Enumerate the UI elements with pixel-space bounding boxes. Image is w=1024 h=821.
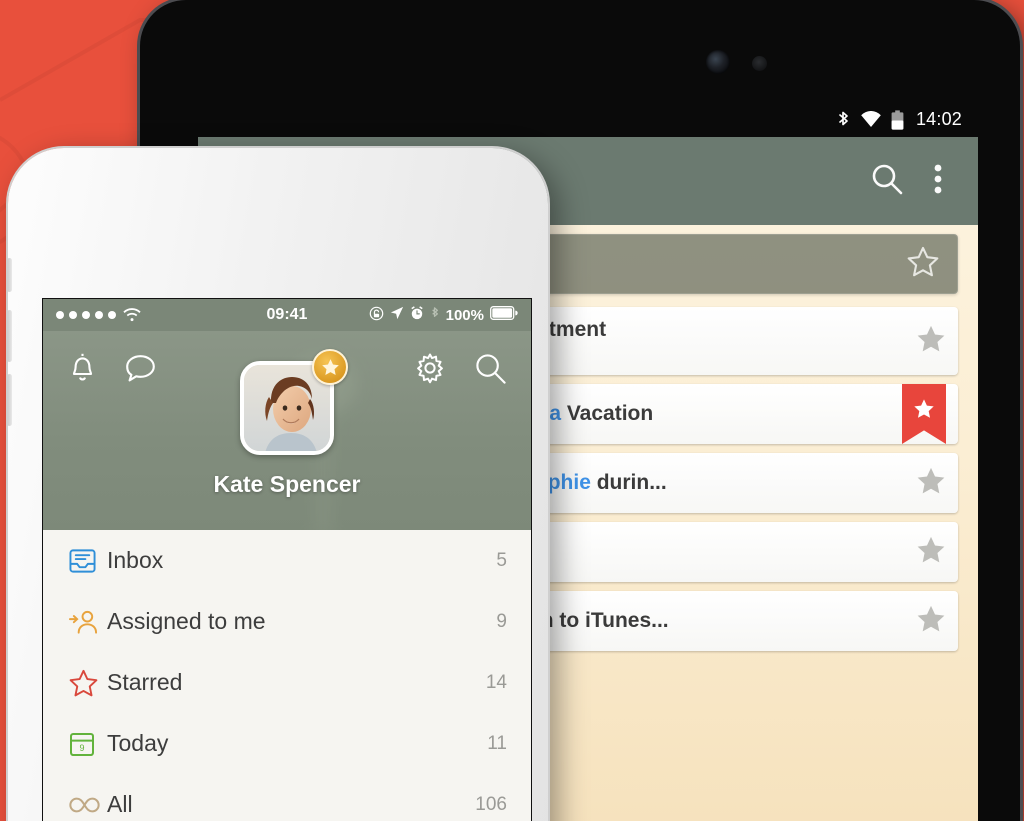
star-filled-grey-icon[interactable] — [916, 535, 946, 569]
sidebar-item-assigned-to-me[interactable]: Assigned to me 9 — [43, 591, 531, 652]
battery-icon — [490, 306, 518, 324]
star-outline-icon[interactable] — [907, 246, 939, 282]
svg-text:9: 9 — [79, 743, 84, 753]
sidebar-item-label: Inbox — [107, 547, 164, 573]
sidebar-item-label: Assigned to me — [107, 608, 266, 634]
battery-icon — [891, 109, 904, 130]
sidebar-item-label: Today — [107, 730, 169, 756]
search-icon[interactable] — [870, 162, 904, 201]
sidebar-list: Inbox 5 Assigned to me 9 Starred 14 9 To… — [43, 530, 531, 821]
search-icon[interactable] — [474, 352, 507, 390]
tablet-proximity-sensor-icon — [752, 56, 767, 71]
avatar-container[interactable] — [240, 349, 348, 455]
tablet-front-camera-icon — [706, 50, 730, 74]
overflow-menu-icon[interactable] — [934, 164, 942, 199]
sidebar-item-count: 11 — [487, 732, 507, 754]
location-arrow-icon — [390, 306, 404, 324]
star-icon — [69, 669, 107, 697]
sidebar-item-count: 9 — [496, 610, 507, 632]
user-name: Kate Spencer — [213, 471, 361, 497]
inbox-icon — [69, 548, 107, 574]
phone-app-screen: 09:41 100% Kate Spencer Inbox 5 Assigned… — [42, 298, 532, 821]
gear-icon[interactable] — [414, 352, 446, 390]
bluetooth-icon — [430, 306, 440, 325]
battery-percentage: 100% — [445, 306, 484, 324]
ios-status-bar: 09:41 100% — [43, 299, 531, 331]
phone-mute-switch — [8, 258, 12, 292]
sidebar-item-count: 5 — [496, 549, 507, 571]
profile-header: Kate Spencer — [43, 331, 531, 530]
phone-volume-up-button — [8, 310, 12, 362]
iphone-device: 09:41 100% Kate Spencer Inbox 5 Assigned… — [8, 148, 548, 821]
rotation-lock-icon — [369, 306, 384, 325]
sidebar-item-today[interactable]: 9 Today 11 — [43, 713, 531, 774]
sidebar-item-count: 14 — [485, 671, 507, 693]
alarm-clock-icon — [410, 306, 424, 324]
sidebar-item-all[interactable]: All 106 — [43, 774, 531, 821]
sidebar-item-label: All — [107, 791, 133, 817]
android-status-bar: 14:02 — [140, 103, 1020, 136]
bell-icon[interactable] — [67, 352, 98, 390]
android-clock: 14:02 — [915, 109, 962, 129]
chat-bubble-icon[interactable] — [124, 353, 157, 389]
sidebar-item-starred[interactable]: Starred 14 — [43, 652, 531, 713]
star-badge-icon — [312, 349, 348, 385]
calendar-icon: 9 — [69, 731, 107, 757]
star-filled-grey-icon[interactable] — [916, 604, 946, 638]
infinity-icon — [69, 795, 107, 815]
sidebar-item-label: Starred — [107, 669, 183, 695]
wifi-icon — [860, 111, 882, 128]
star-ribbon-icon[interactable] — [902, 384, 946, 444]
star-filled-grey-icon[interactable] — [916, 466, 946, 500]
bluetooth-icon — [836, 110, 851, 129]
phone-volume-down-button — [8, 374, 12, 426]
sidebar-item-inbox[interactable]: Inbox 5 — [43, 530, 531, 591]
assigned-icon — [69, 609, 107, 635]
sidebar-item-count: 106 — [475, 793, 507, 815]
star-filled-grey-icon[interactable] — [916, 324, 946, 358]
